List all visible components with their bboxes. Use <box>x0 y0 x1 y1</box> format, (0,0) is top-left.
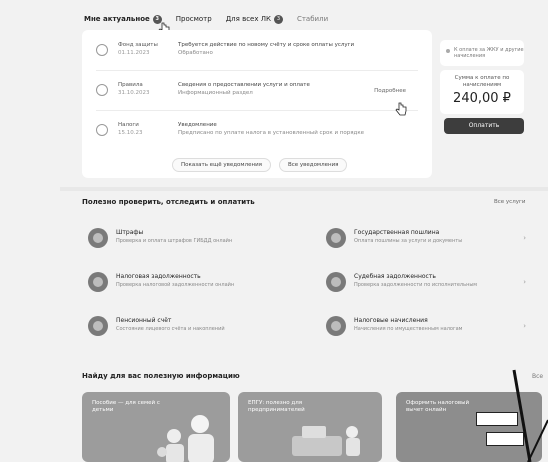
notification-source: Фонд защиты 01.11.2023 <box>118 41 170 57</box>
tab-viewed[interactable]: Просмотр <box>176 15 212 23</box>
notification-item[interactable]: Фонд защиты 01.11.2023 Требуется действи… <box>82 34 432 68</box>
source-name: Фонд защиты <box>118 42 158 48</box>
info-banner[interactable]: Пособие — для семей с детьми <box>82 392 230 462</box>
service-name: Судебная задолженность <box>354 273 436 280</box>
info-banner[interactable]: ЕПГУ: полезно для предпринимателей <box>238 392 382 462</box>
service-name: Государственная пошлина <box>354 229 440 236</box>
services-section-title: Полезно проверить, отследить и оплатить <box>82 198 255 206</box>
notification-date: 15.10.23 <box>118 130 143 136</box>
service-item-tax-debt[interactable]: Налоговая задолженность Проверка налогов… <box>88 270 288 300</box>
tab-count-badge: 3 <box>273 14 283 24</box>
info-banner[interactable]: Оформить налоговый вычет онлайн <box>396 392 542 462</box>
section-divider <box>60 187 548 191</box>
service-name: Налоговые начисления <box>354 317 428 324</box>
all-notifications-button[interactable]: Все уведомления <box>278 158 348 172</box>
payment-info-text: К оплате за ЖКУ и другие начисления <box>454 47 524 59</box>
info-section-title: Найду для вас полезную информацию <box>82 372 240 380</box>
chevron-right-icon: › <box>523 278 526 286</box>
banner-action-button[interactable] <box>476 412 518 426</box>
service-item-fines[interactable]: Штрафы Проверка и оплата штрафов ГИБДД о… <box>88 226 288 256</box>
payment-info-card[interactable]: К оплате за ЖКУ и другие начисления <box>440 40 524 66</box>
notification-text-block: Требуется действие по новому счёту и сро… <box>178 41 378 57</box>
pay-button[interactable]: Оплатить <box>444 118 524 134</box>
tab-all-accounts[interactable]: Для всех ЛК 3 <box>225 14 283 24</box>
chevron-right-icon: › <box>523 322 526 330</box>
source-name: Налоги <box>118 122 139 128</box>
service-desc: Оплата пошлины за услуги и документы <box>354 238 463 244</box>
service-item-tax-charges[interactable]: Налоговые начисления Начисления по имуще… <box>326 314 526 344</box>
tab-label: Мне актуальное <box>84 15 150 23</box>
all-services-link[interactable]: Все услуги <box>494 199 525 205</box>
show-more-button[interactable]: Показать ещё уведомления <box>172 158 271 172</box>
notifications-card: Фонд защиты 01.11.2023 Требуется действи… <box>82 30 432 178</box>
divider <box>96 70 418 71</box>
service-desc: Проверка задолженности по исполнительным <box>354 282 478 288</box>
service-name: Пенсионный счёт <box>116 317 172 324</box>
service-item-state-duty[interactable]: Государственная пошлина Оплата пошлины з… <box>326 226 526 256</box>
tab-other[interactable]: Стабили <box>297 15 328 23</box>
tab-label: Просмотр <box>175 15 212 23</box>
info-all-link[interactable]: Все <box>532 373 543 380</box>
service-name: Штрафы <box>116 229 144 236</box>
notification-date: 01.11.2023 <box>118 50 150 56</box>
notification-item[interactable]: Правила 31.10.2023 Сведения о предоставл… <box>82 74 432 108</box>
bell-icon <box>96 44 108 56</box>
service-item-pension[interactable]: Пенсионный счёт Состояние лицевого счёта… <box>88 314 288 344</box>
notification-text: Требуется действие по новому счёту и сро… <box>178 42 355 48</box>
tab-label: Для всех ЛК <box>225 15 271 23</box>
notification-subtext: Информационный раздел <box>178 90 253 96</box>
payment-amount: 240,00 ₽ <box>453 91 511 106</box>
page: Мне актуальное 3 Просмотр Для всех ЛК 3 … <box>0 0 548 462</box>
payment-label: Сумма к оплате по начислениям <box>454 75 510 88</box>
payment-summary-card: Сумма к оплате по начислениям 240,00 ₽ <box>440 70 524 114</box>
notification-text: Сведения о предоставлении услуги и оплат… <box>178 82 310 88</box>
fines-icon <box>88 228 108 248</box>
family-illustration <box>157 415 214 462</box>
document-icon <box>96 84 108 96</box>
info-dot-icon <box>446 49 450 53</box>
banner-secondary-button[interactable] <box>486 432 524 446</box>
tab-bar: Мне актуальное 3 Просмотр Для всех ЛК 3 … <box>84 12 328 26</box>
workplace-illustration <box>292 426 360 456</box>
banner-text: ЕПГУ: полезно для предпринимателей <box>248 400 305 413</box>
service-desc: Проверка и оплата штрафов ГИБДД онлайн <box>116 238 233 244</box>
notification-subtext: Предписано по уплате налога в установлен… <box>178 130 365 136</box>
notification-text: Уведомление <box>178 122 217 128</box>
notification-source: Налоги 15.10.23 <box>118 121 170 137</box>
tax-debt-icon <box>88 272 108 292</box>
tab-relevant[interactable]: Мне актуальное 3 <box>84 14 162 24</box>
tab-label: Стабили <box>296 15 329 23</box>
source-name: Правила <box>118 82 143 88</box>
service-desc: Начисления по имущественным налогам <box>354 326 463 332</box>
chevron-right-icon: › <box>523 234 526 242</box>
duty-icon <box>326 228 346 248</box>
service-name: Налоговая задолженность <box>116 273 201 280</box>
service-desc: Состояние лицевого счёта и накоплений <box>116 326 225 332</box>
hand-cursor-icon <box>395 102 407 116</box>
tax-icon <box>96 124 108 136</box>
notification-text-block: Уведомление Предписано по уплате налога … <box>178 121 378 137</box>
notification-item[interactable]: Налоги 15.10.23 Уведомление Предписано п… <box>82 114 432 148</box>
divider <box>96 110 418 111</box>
service-item-court-debt[interactable]: Судебная задолженность Проверка задолжен… <box>326 270 526 300</box>
notification-source: Правила 31.10.2023 <box>118 81 170 97</box>
notification-text-block: Сведения о предоставлении услуги и оплат… <box>178 81 378 97</box>
notification-date: 31.10.2023 <box>118 90 150 96</box>
service-desc: Проверка налоговой задолженности онлайн <box>116 282 235 288</box>
more-link[interactable]: Подробнее <box>374 88 406 94</box>
notification-subtext: Обработано <box>178 50 213 56</box>
notification-actions: Показать ещё уведомления Все уведомления <box>172 158 348 172</box>
pension-icon <box>88 316 108 336</box>
charges-icon <box>326 316 346 336</box>
court-icon <box>326 272 346 292</box>
banner-text: Оформить налоговый вычет онлайн <box>406 400 470 413</box>
